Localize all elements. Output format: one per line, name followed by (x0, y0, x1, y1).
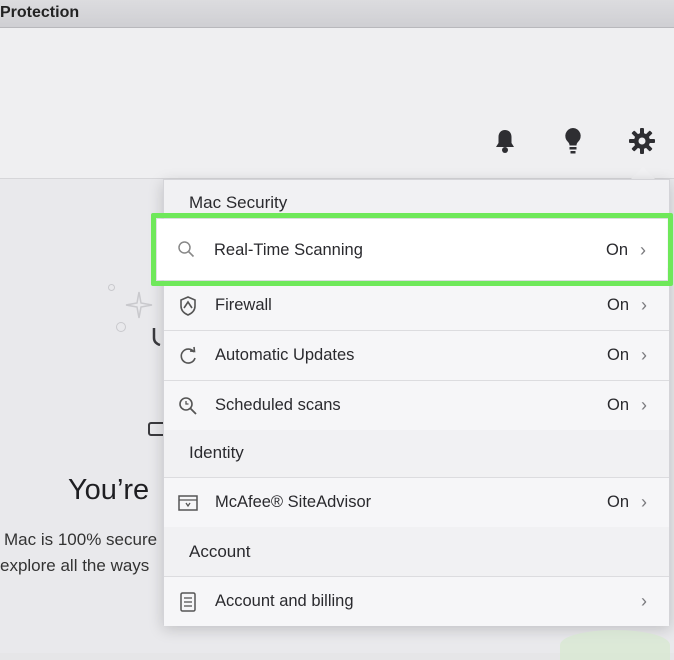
section-heading-account: Account (189, 542, 251, 561)
hero-description-line: explore all the ways (0, 556, 150, 575)
section-heading-mac-security: Mac Security (189, 193, 288, 212)
billing-icon (178, 592, 198, 612)
status-text: On (607, 396, 630, 414)
menu-item-firewall[interactable]: Firewall On › (164, 280, 669, 330)
bell-icon[interactable] (490, 126, 520, 156)
decoration-dot (108, 284, 115, 291)
menu-item-label: Account and billing (215, 592, 354, 610)
menu-item-label: Scheduled scans (215, 396, 341, 414)
decoration-shape (560, 630, 670, 660)
hero-title: You’re (68, 474, 150, 506)
gear-icon[interactable] (627, 126, 657, 156)
chevron-right-icon: › (641, 395, 647, 415)
window-titlebar: Protection (0, 0, 674, 28)
highlight-frame (151, 213, 673, 286)
decoration-dot (116, 322, 126, 332)
menu-item-scheduled-scans[interactable]: Scheduled scans On › (164, 380, 669, 430)
window-title: Protection (0, 4, 80, 21)
chevron-right-icon: › (641, 492, 647, 512)
sparkle-icon (125, 291, 153, 319)
scheduled-scan-icon (178, 396, 198, 416)
status-text: On (607, 296, 630, 314)
chevron-right-icon: › (641, 591, 647, 611)
refresh-icon (178, 346, 198, 366)
top-toolbar (0, 28, 674, 179)
status-text: On (607, 346, 630, 364)
menu-item-account-billing[interactable]: Account and billing › (164, 576, 669, 626)
lightbulb-icon[interactable] (558, 126, 588, 156)
menu-item-label: McAfee® SiteAdvisor (215, 493, 372, 511)
menu-item-siteadvisor[interactable]: McAfee® SiteAdvisor On › (164, 477, 669, 527)
dropdown-caret (631, 167, 655, 179)
browser-icon (178, 493, 198, 513)
hero-description-line: Mac is 100% secure (4, 530, 158, 549)
shield-icon (178, 296, 198, 316)
status-text: On (607, 493, 630, 511)
menu-item-label: Firewall (215, 296, 272, 314)
chevron-right-icon: › (641, 295, 647, 315)
section-heading-identity: Identity (189, 443, 244, 462)
menu-item-label: Automatic Updates (215, 346, 355, 364)
chevron-right-icon: › (641, 345, 647, 365)
menu-item-automatic-updates[interactable]: Automatic Updates On › (164, 330, 669, 380)
